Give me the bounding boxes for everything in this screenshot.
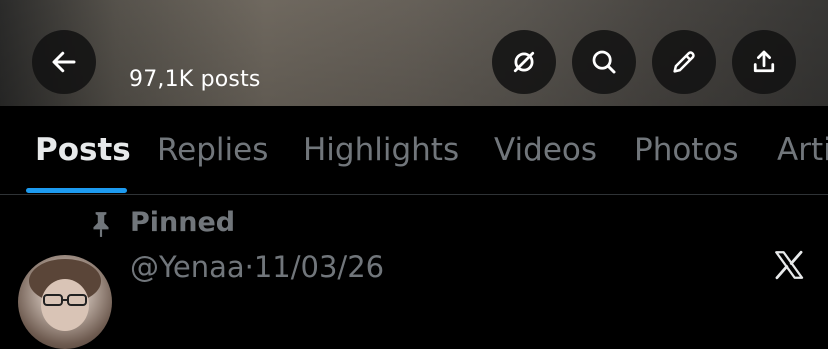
search-icon (592, 50, 616, 74)
back-button[interactable] (32, 30, 96, 94)
edit-button[interactable] (652, 30, 716, 94)
avatar[interactable] (18, 255, 112, 349)
grok-button[interactable] (492, 30, 556, 94)
share-button[interactable] (732, 30, 796, 94)
arrow-left-icon (52, 51, 76, 73)
posts-count: 97,1K posts (129, 67, 261, 92)
tab-replies[interactable]: Replies (157, 132, 268, 168)
avatar-image (29, 259, 101, 331)
post-date: 11/03/26 (253, 250, 385, 284)
meta-separator: · (244, 250, 254, 284)
tab-videos[interactable]: Videos (494, 132, 597, 168)
search-button[interactable] (572, 30, 636, 94)
share-icon (753, 50, 775, 73)
author-handle[interactable]: @Yenaa (130, 250, 245, 284)
pin-icon (93, 212, 109, 237)
post-author-meta: @Yenaa·11/03/26 (130, 250, 384, 284)
pencil-icon (673, 51, 695, 73)
slashed-circle-icon (513, 51, 535, 73)
x-logo-icon (775, 250, 804, 280)
profile-header-banner: 97,1K posts (0, 0, 828, 106)
active-tab-indicator (26, 188, 127, 193)
tab-highlights[interactable]: Highlights (303, 132, 459, 168)
profile-tabs: Posts Replies Highlights Videos Photos A… (0, 106, 828, 195)
pinned-label: Pinned (130, 207, 236, 238)
tab-articles[interactable]: Arti (777, 132, 828, 168)
tab-posts[interactable]: Posts (35, 132, 131, 168)
tab-photos[interactable]: Photos (634, 132, 739, 168)
